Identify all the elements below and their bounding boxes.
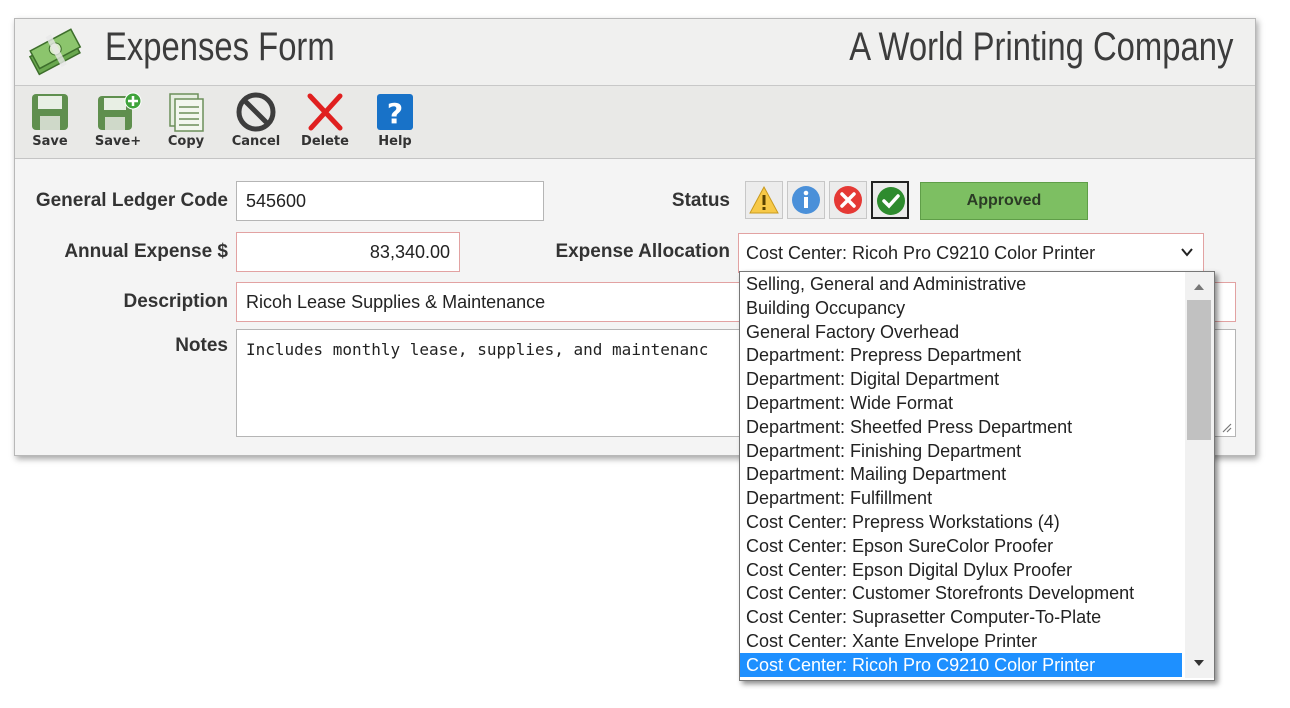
- dropdown-option[interactable]: Selling, General and Administrative: [740, 272, 1182, 296]
- dropdown-option[interactable]: Department: Prepress Department: [740, 343, 1182, 367]
- delete-label: Delete: [301, 134, 349, 149]
- save-button[interactable]: Save: [18, 92, 82, 149]
- cancel-icon: [236, 92, 276, 132]
- dropdown-option[interactable]: Cost Center: Epson SureColor Proofer: [740, 534, 1182, 558]
- scroll-down-arrow-icon[interactable]: [1192, 658, 1206, 668]
- status-approved-button[interactable]: [871, 181, 909, 219]
- form-title: Expenses Form: [105, 25, 335, 69]
- copy-label: Copy: [167, 134, 205, 149]
- dropdown-option[interactable]: Cost Center: Epson Digital Dylux Proofer: [740, 558, 1182, 582]
- dropdown-option[interactable]: Department: Wide Format: [740, 391, 1182, 415]
- check-icon: [877, 187, 905, 215]
- toolbar: Save Save+ Copy Cancel Delete ? Help: [15, 86, 1255, 159]
- delete-button[interactable]: Delete: [293, 92, 357, 149]
- warning-icon: [749, 185, 779, 214]
- dropdown-option[interactable]: Department: Sheetfed Press Department: [740, 415, 1182, 439]
- title-bar: Expenses Form A World Printing Company: [15, 19, 1255, 86]
- save-plus-label: Save+: [94, 134, 142, 149]
- copy-icon: [169, 93, 204, 132]
- dropdown-option[interactable]: Department: Digital Department: [740, 367, 1182, 391]
- expense-allocation-label: Expense Allocation: [555, 241, 730, 262]
- chevron-down-icon: [1181, 248, 1193, 257]
- expense-allocation-dropdown[interactable]: Selling, General and Administrative Build…: [739, 271, 1215, 681]
- expense-allocation-value: Cost Center: Ricoh Pro C9210 Color Print…: [746, 243, 1096, 263]
- money-stack-logo-icon: [28, 28, 82, 76]
- cancel-label: Cancel: [231, 134, 281, 149]
- dropdown-option[interactable]: Cost Center: Ricoh Pro C9210 Color Print…: [740, 652, 1182, 677]
- dropdown-option[interactable]: Department: Finishing Department: [740, 439, 1182, 463]
- help-icon: ?: [377, 94, 413, 130]
- status-info-button[interactable]: [787, 181, 825, 219]
- status-warning-button[interactable]: [745, 181, 783, 219]
- dropdown-option[interactable]: Cost Center: Xante Envelope Printer: [740, 629, 1182, 653]
- dropdown-option[interactable]: Cost Center: Prepress Workstations (4): [740, 510, 1182, 534]
- dropdown-option[interactable]: Cost Center: Suprasetter Computer-To-Pla…: [740, 605, 1182, 629]
- description-label: Description: [123, 291, 228, 312]
- help-label: Help: [378, 134, 412, 149]
- dropdown-option[interactable]: General Factory Overhead: [740, 320, 1182, 344]
- save-plus-button[interactable]: Save+: [86, 92, 150, 149]
- status-badge: Approved: [920, 182, 1088, 220]
- dropdown-option[interactable]: Building Occupancy: [740, 296, 1182, 320]
- dropdown-option[interactable]: Department: Mailing Department: [740, 462, 1182, 486]
- gl-code-input[interactable]: 545600: [236, 181, 544, 221]
- save-label: Save: [32, 134, 68, 149]
- status-rejected-button[interactable]: [829, 181, 867, 219]
- help-button[interactable]: ? Help: [363, 92, 427, 149]
- svg-text:?: ?: [387, 97, 403, 130]
- resize-handle-icon[interactable]: [1220, 421, 1232, 433]
- dropdown-option[interactable]: Department: Fulfillment: [740, 486, 1182, 510]
- scrollbar-thumb[interactable]: [1187, 300, 1211, 440]
- notes-text: Includes monthly lease, supplies, and ma…: [246, 340, 709, 359]
- annual-expense-input[interactable]: 83,340.00: [236, 232, 460, 272]
- status-label: Status: [671, 190, 730, 211]
- save-plus-icon: [98, 92, 142, 130]
- annual-expense-label: Annual Expense $: [64, 241, 228, 262]
- delete-icon: [307, 93, 343, 131]
- dropdown-options: Selling, General and Administrative Build…: [740, 272, 1214, 677]
- notes-label: Notes: [175, 335, 228, 356]
- reject-icon: [834, 186, 862, 214]
- save-icon: [32, 94, 68, 130]
- cancel-button[interactable]: Cancel: [224, 92, 288, 149]
- scroll-up-arrow-icon[interactable]: [1192, 282, 1206, 292]
- dropdown-scrollbar[interactable]: [1185, 272, 1214, 678]
- gl-code-label: General Ledger Code: [35, 190, 228, 211]
- info-icon: [792, 186, 820, 214]
- expense-allocation-select[interactable]: Cost Center: Ricoh Pro C9210 Color Print…: [738, 233, 1204, 273]
- company-name: A World Printing Company: [848, 25, 1233, 69]
- dropdown-option[interactable]: Cost Center: Customer Storefronts Develo…: [740, 581, 1182, 605]
- copy-button[interactable]: Copy: [154, 92, 218, 149]
